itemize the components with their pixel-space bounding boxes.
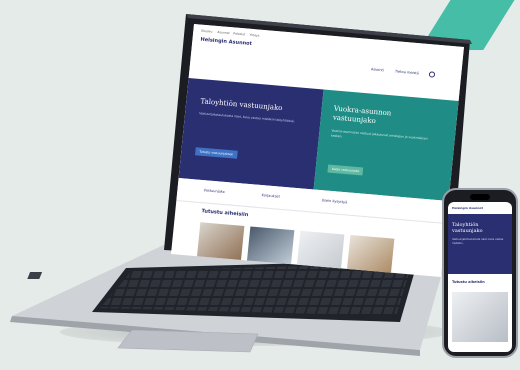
- site-logo[interactable]: Helsingin Asunnot: [200, 37, 252, 47]
- phone: Helsingin Asunnot Taloyhtiön vastuunjako…: [442, 188, 518, 358]
- hero-left-panel: Taloyhtiön vastuunjako Vastuunjakotauluk…: [178, 78, 324, 190]
- nav-item[interactable]: Etusivu: [201, 29, 212, 34]
- header-link[interactable]: Asiointi: [371, 67, 384, 72]
- hero-left-title: Taloyhtiön vastuunjako: [200, 97, 283, 113]
- product-mockup-scene: Helsingin Asunnot Etusivu Asunnot Palvel…: [0, 0, 520, 370]
- quick-link[interactable]: Vastuunjako: [203, 188, 225, 194]
- phone-section-title: Tutustu aiheisiin: [452, 280, 485, 284]
- phone-screen: Helsingin Asunnot Taloyhtiön vastuunjako…: [448, 202, 512, 352]
- hero-right-panel: Vuokra-asunnon vastuunjako Vuokra-asunno…: [313, 89, 459, 201]
- hero-right-body: Vuokra-asunnossa vastuut jakautuvat omis…: [330, 128, 428, 141]
- phone-logo[interactable]: Helsingin Asunnot: [452, 206, 483, 210]
- hero-left-button[interactable]: Tutustu vastuunjakoon: [195, 147, 238, 159]
- section-title: Tutustu aiheisiin: [201, 208, 249, 219]
- phone-hero-body: Vastuunjakotaulukosta näet, kuka vastaa …: [452, 238, 504, 245]
- header-link[interactable]: Tietoa meistä: [395, 69, 419, 75]
- phone-topic-image[interactable]: [452, 292, 508, 342]
- hero-right-button[interactable]: Katso vastuunjako: [327, 164, 364, 176]
- phone-hero: Taloyhtiön vastuunjako Vastuunjakotauluk…: [448, 214, 512, 274]
- hero-left-body: Vastuunjakotaulukosta näet, kuka vastaa …: [199, 111, 295, 124]
- phone-hero-title: Taloyhtiön vastuunjako: [452, 222, 483, 234]
- quick-link[interactable]: Usein kysyttyä: [321, 198, 347, 204]
- quick-link[interactable]: Korjaukset: [261, 193, 280, 199]
- phone-notch: [470, 194, 490, 200]
- nav-item[interactable]: Asunnot: [217, 30, 230, 35]
- search-icon[interactable]: [428, 71, 436, 78]
- hero-right-title: Vuokra-asunnon vastuunjako: [332, 104, 392, 126]
- nav-item[interactable]: Yhteys: [249, 33, 260, 38]
- nav-item[interactable]: Palvelut: [233, 31, 245, 36]
- laptop-screen: Helsingin Asunnot Etusivu Asunnot Palvel…: [171, 24, 464, 277]
